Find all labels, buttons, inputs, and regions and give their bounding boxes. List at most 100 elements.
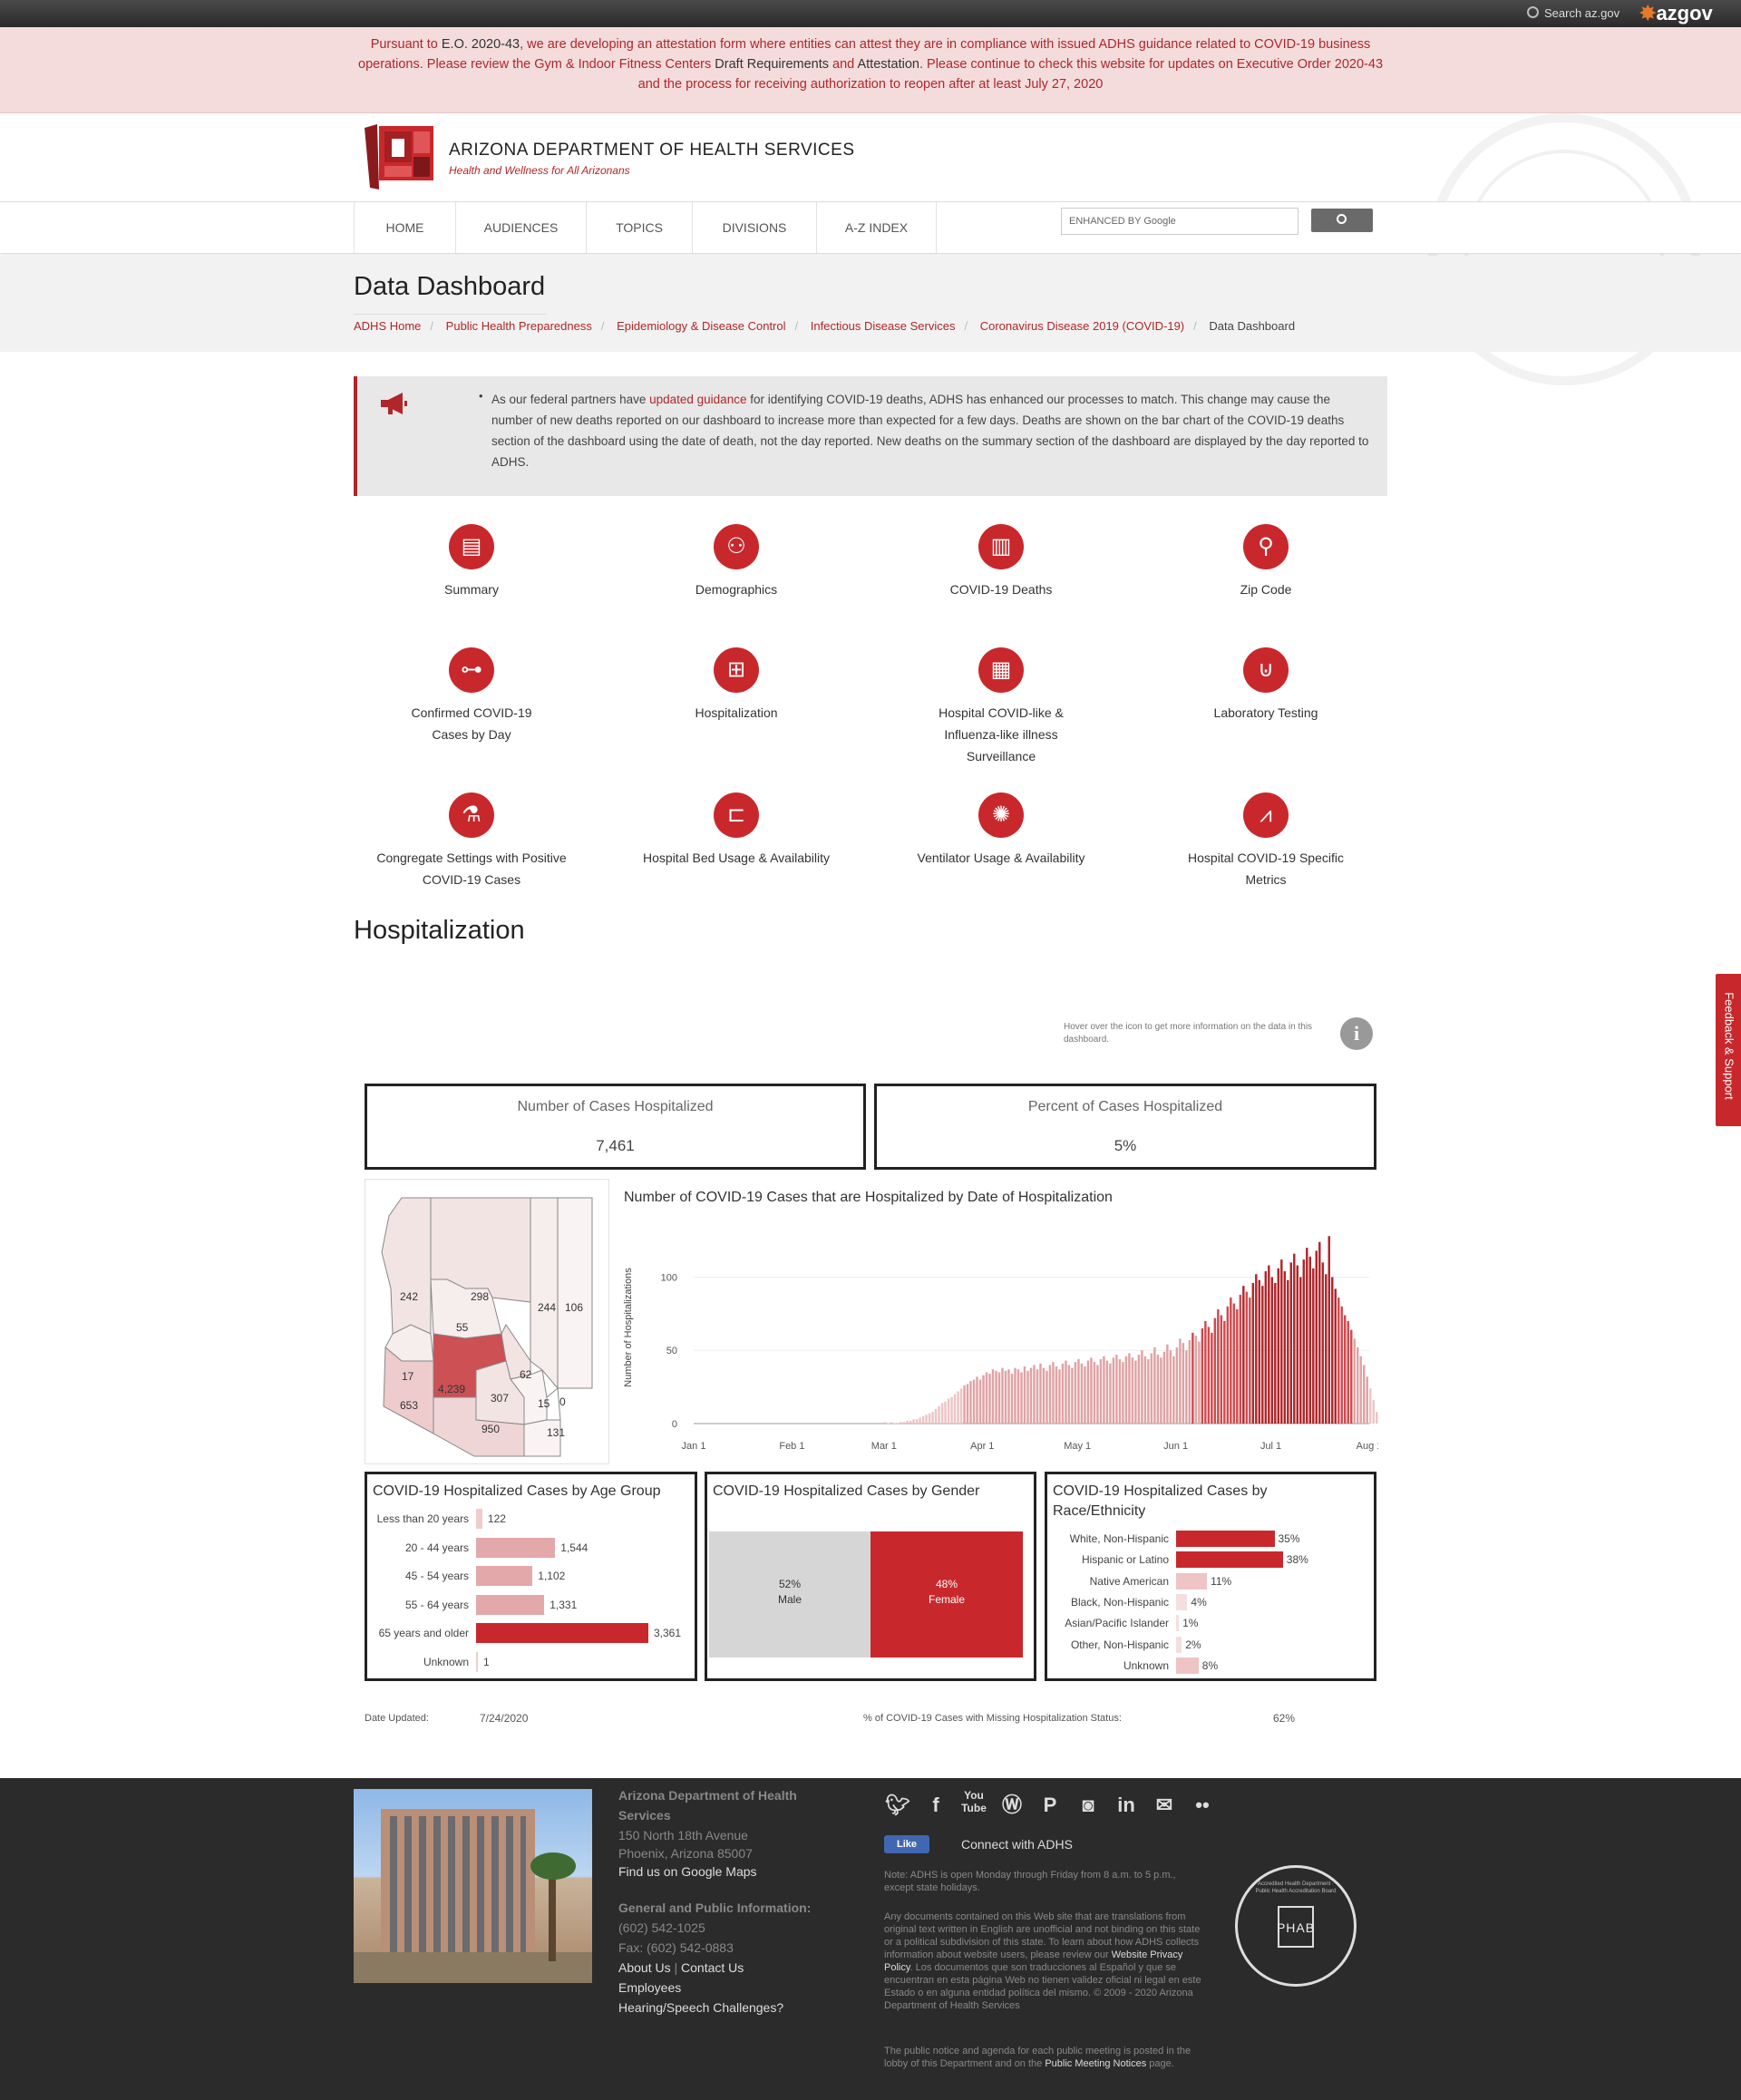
county-label-la-paz[interactable]: 17 (402, 1370, 413, 1383)
age-bar[interactable] (476, 1566, 533, 1586)
hosp-date-bar[interactable] (944, 1401, 947, 1424)
hosp-date-bar[interactable] (1182, 1343, 1185, 1424)
twitter-icon[interactable]: 🐦︎ (884, 1792, 911, 1819)
hosp-date-bar[interactable] (1172, 1356, 1175, 1424)
hosp-date-bar[interactable] (1046, 1370, 1048, 1424)
hosp-date-bar[interactable] (991, 1369, 995, 1424)
tile-hospitalization[interactable]: ⊞ Hospitalization (637, 647, 836, 724)
hosp-date-bar[interactable] (1026, 1370, 1029, 1424)
hosp-date-bar[interactable] (1369, 1388, 1372, 1424)
hosp-date-bar[interactable] (957, 1391, 959, 1424)
hosp-date-bar[interactable] (985, 1372, 988, 1424)
hosp-date-bar[interactable] (1058, 1369, 1061, 1424)
hosp-date-bar[interactable] (1366, 1376, 1368, 1424)
hosp-date-bar[interactable] (1236, 1309, 1239, 1424)
hosp-date-bar[interactable] (1020, 1372, 1023, 1424)
hosp-date-bar[interactable] (1255, 1274, 1258, 1424)
tile-zip-code[interactable]: ⚲ Zip Code (1166, 524, 1366, 600)
public-notices-link[interactable]: Public Meeting Notices (1045, 2058, 1146, 2069)
hosp-date-bar[interactable] (1093, 1362, 1096, 1424)
hosp-date-bar[interactable] (1194, 1336, 1198, 1424)
hosp-date-bar[interactable] (1169, 1350, 1172, 1424)
hosp-date-bar[interactable] (1099, 1358, 1103, 1424)
hosp-date-bar[interactable] (1198, 1341, 1201, 1424)
hosp-date-bar[interactable] (1251, 1282, 1255, 1424)
hosp-date-bar[interactable] (953, 1394, 957, 1424)
hosp-date-bar[interactable] (1232, 1303, 1236, 1424)
facebook-icon[interactable]: f (922, 1792, 949, 1819)
hosp-date-bar[interactable] (1023, 1366, 1026, 1424)
race-bar[interactable] (1176, 1531, 1275, 1547)
age-bar[interactable] (476, 1594, 545, 1615)
hosp-date-bar[interactable] (1191, 1332, 1194, 1424)
instagram-icon[interactable]: ◙ (1075, 1792, 1102, 1819)
hosp-date-bar[interactable] (931, 1412, 934, 1424)
tile-covid-19-deaths[interactable]: ▥ COVID-19 Deaths (901, 524, 1101, 600)
hosp-date-bar[interactable] (1277, 1268, 1280, 1424)
flickr-icon[interactable]: •• (1189, 1792, 1216, 1819)
hosp-date-bar[interactable] (1293, 1253, 1296, 1424)
hosp-date-bar[interactable] (1134, 1360, 1137, 1424)
hosp-date-bar[interactable] (976, 1376, 978, 1424)
age-bar[interactable] (476, 1651, 478, 1672)
draft-requirements-link[interactable]: Draft Requirements (715, 57, 829, 72)
nav-topics[interactable]: TOPICS (586, 202, 692, 253)
hosp-date-bar[interactable] (1268, 1265, 1270, 1424)
hosp-date-bar[interactable] (1112, 1357, 1115, 1424)
race-bar[interactable] (1176, 1593, 1188, 1610)
hosp-date-bar[interactable] (1242, 1286, 1245, 1424)
hosp-date-bar[interactable] (1162, 1351, 1166, 1424)
age-bar[interactable] (476, 1509, 482, 1529)
hosp-date-bar[interactable] (1143, 1356, 1147, 1424)
hosp-date-bar[interactable] (1230, 1298, 1232, 1424)
hosp-date-bar[interactable] (1353, 1338, 1356, 1424)
hosp-date-bar[interactable] (1150, 1353, 1153, 1424)
attestation-link[interactable]: Attestation (857, 57, 919, 72)
hosp-date-bar[interactable] (1258, 1279, 1261, 1424)
hosp-date-bar[interactable] (1147, 1358, 1150, 1424)
tile-laboratory-testing[interactable]: ⊍ Laboratory Testing (1166, 647, 1366, 724)
site-search-input[interactable]: ENHANCED BY Google (1061, 208, 1298, 235)
county-label-coconino[interactable]: 298 (471, 1290, 489, 1303)
county-label-apache[interactable]: 106 (565, 1301, 583, 1314)
hosp-date-bar[interactable] (1039, 1363, 1042, 1424)
hosp-date-bar[interactable] (1328, 1236, 1330, 1424)
hosp-date-bar[interactable] (1096, 1365, 1099, 1424)
hosp-date-bar[interactable] (1239, 1294, 1242, 1424)
hosp-date-bar[interactable] (1321, 1262, 1324, 1424)
nav-az-index[interactable]: A-Z INDEX (816, 202, 937, 253)
hosp-date-bar[interactable] (1340, 1306, 1343, 1424)
hosp-date-bar[interactable] (1016, 1369, 1020, 1424)
hosp-date-bar[interactable] (890, 1422, 893, 1424)
eo-link[interactable]: E.O. 2020-43 (442, 37, 520, 52)
hosp-date-bar[interactable] (1334, 1288, 1337, 1424)
hosp-date-bar[interactable] (883, 1422, 887, 1424)
google-maps-link[interactable]: Find us on Google Maps (618, 1862, 757, 1881)
linkedin-icon[interactable]: in (1113, 1792, 1140, 1819)
county-label-cochise[interactable]: 131 (547, 1426, 565, 1439)
hosp-date-bar[interactable] (1122, 1362, 1124, 1424)
hosp-date-bar[interactable] (1350, 1329, 1353, 1424)
hosp-date-bar[interactable] (1357, 1347, 1359, 1424)
search-icon[interactable] (1527, 6, 1539, 18)
info-icon[interactable]: i (1340, 1017, 1373, 1050)
about-us-link[interactable]: About Us (618, 1960, 671, 1975)
tile-confirmed-covid-19-cases-by-day[interactable]: ⊶ Confirmed COVID-19 Cases by Day (372, 647, 571, 745)
hosp-date-bar[interactable] (982, 1375, 985, 1424)
hosp-date-bar[interactable] (1223, 1320, 1226, 1424)
contact-us-link[interactable]: Contact Us (681, 1960, 744, 1975)
breadcrumb-epidemiology[interactable]: Epidemiology & Disease Control (617, 319, 785, 333)
hosp-date-bar[interactable] (959, 1388, 963, 1424)
hosp-date-bar[interactable] (906, 1420, 909, 1424)
hosp-date-bar[interactable] (912, 1419, 915, 1424)
hosp-date-bar[interactable] (1074, 1362, 1077, 1424)
hosp-date-bar[interactable] (1375, 1412, 1378, 1424)
hosp-date-bar[interactable] (1204, 1320, 1207, 1424)
hosp-date-bar[interactable] (915, 1419, 919, 1424)
hosp-date-bar[interactable] (1080, 1363, 1084, 1424)
hosp-date-bar[interactable] (1315, 1250, 1318, 1424)
hosp-date-bar[interactable] (1141, 1350, 1143, 1424)
hosp-date-bar[interactable] (1036, 1369, 1039, 1424)
hosp-date-bar[interactable] (1109, 1363, 1112, 1424)
hosp-date-bar[interactable] (1118, 1358, 1122, 1424)
